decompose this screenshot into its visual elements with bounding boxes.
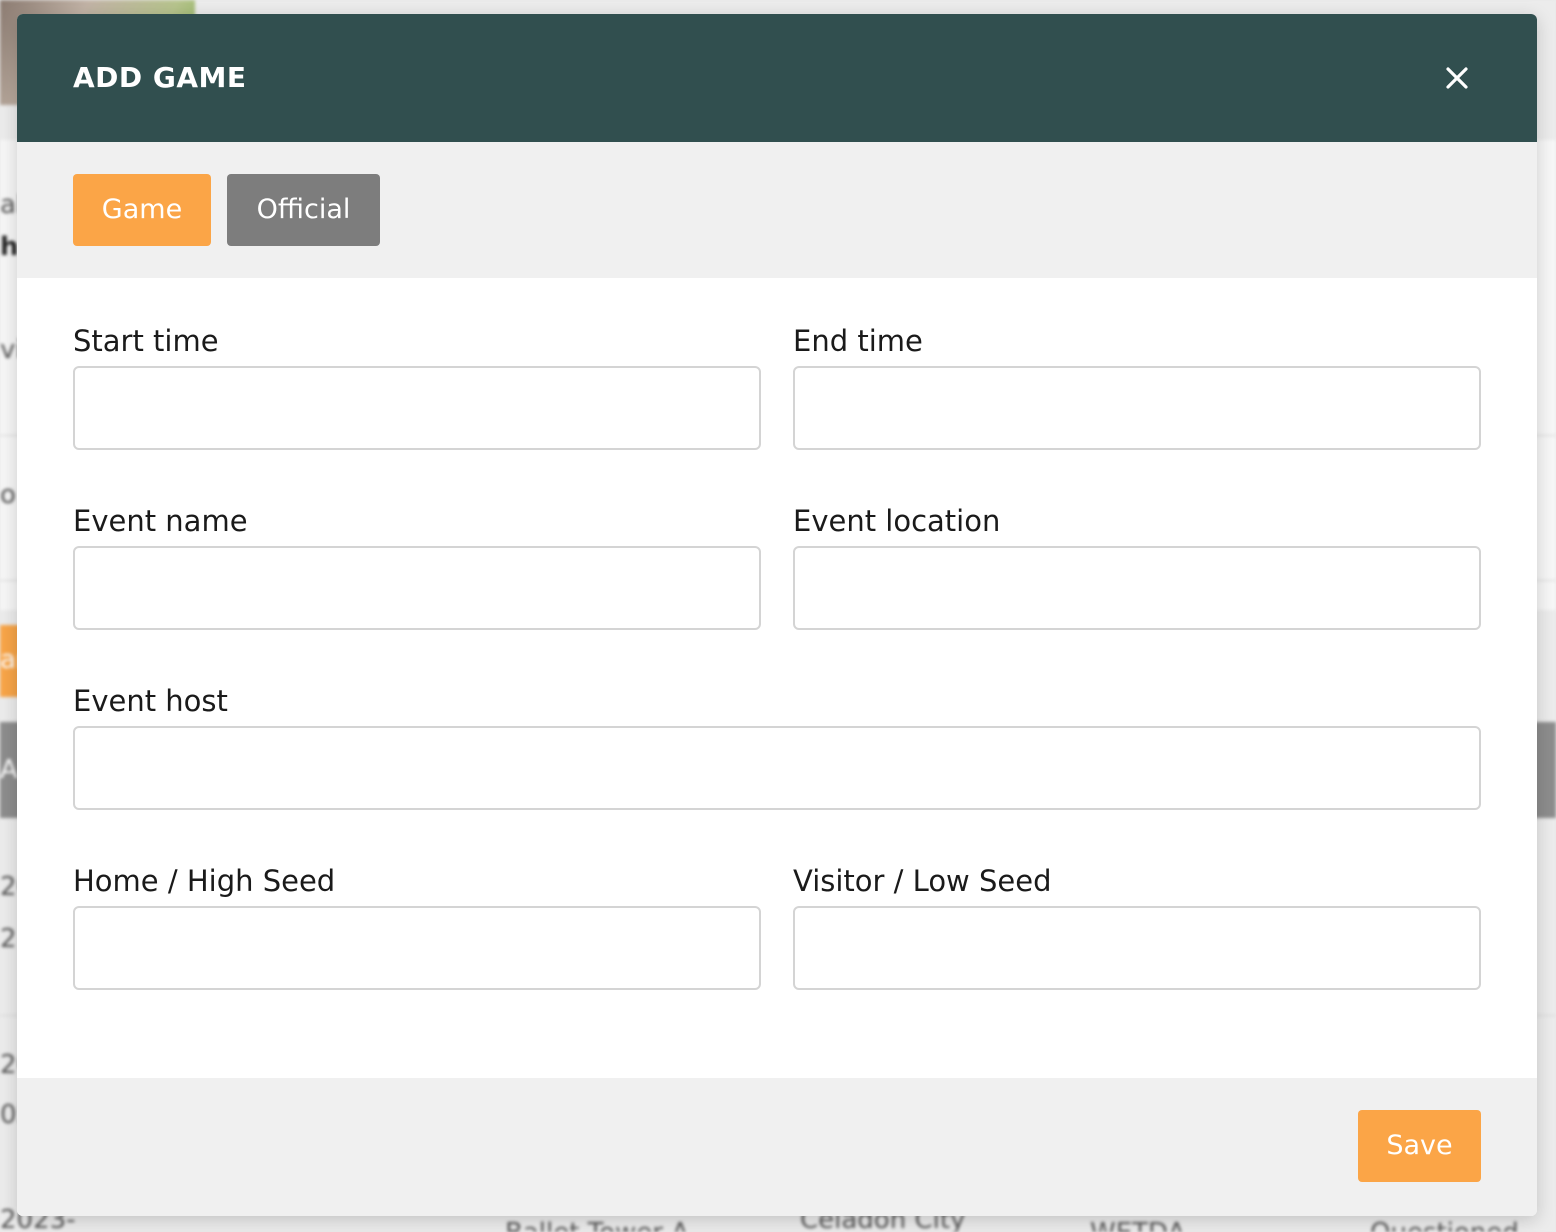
- tab-bar: Game Official: [17, 142, 1537, 278]
- event-location-input[interactable]: [793, 546, 1481, 630]
- event-name-label: Event name: [73, 504, 248, 538]
- close-button[interactable]: [1437, 58, 1477, 98]
- event-name-input[interactable]: [73, 546, 761, 630]
- modal-footer: Save: [17, 1078, 1537, 1216]
- home-high-seed-label: Home / High Seed: [73, 864, 336, 898]
- tab-game[interactable]: Game: [73, 174, 211, 246]
- save-button[interactable]: Save: [1358, 1110, 1481, 1182]
- modal-header: ADD GAME: [17, 14, 1537, 142]
- end-time-label: End time: [793, 324, 923, 358]
- end-time-input[interactable]: [793, 366, 1481, 450]
- game-form: Start time End time Event name Event loc…: [17, 278, 1537, 1078]
- background-text: A: [0, 755, 18, 785]
- event-location-label: Event location: [793, 504, 1001, 538]
- background-text: o: [0, 480, 16, 510]
- visitor-low-seed-input[interactable]: [793, 906, 1481, 990]
- visitor-low-seed-label: Visitor / Low Seed: [793, 864, 1052, 898]
- start-time-input[interactable]: [73, 366, 761, 450]
- start-time-label: Start time: [73, 324, 219, 358]
- background-text: Questioned: [1370, 1218, 1519, 1232]
- add-game-modal: ADD GAME Game Official Start time End ti…: [17, 14, 1537, 1216]
- event-host-input[interactable]: [73, 726, 1481, 810]
- close-icon: [1446, 67, 1468, 89]
- background-text: 2: [0, 924, 17, 954]
- background-text: WETDA: [1090, 1218, 1185, 1232]
- background-text: Ballet Tower A: [505, 1218, 689, 1232]
- event-host-label: Event host: [73, 684, 228, 718]
- tab-official[interactable]: Official: [227, 174, 380, 246]
- home-high-seed-input[interactable]: [73, 906, 761, 990]
- modal-title: ADD GAME: [73, 61, 247, 94]
- background-text: h: [0, 232, 19, 262]
